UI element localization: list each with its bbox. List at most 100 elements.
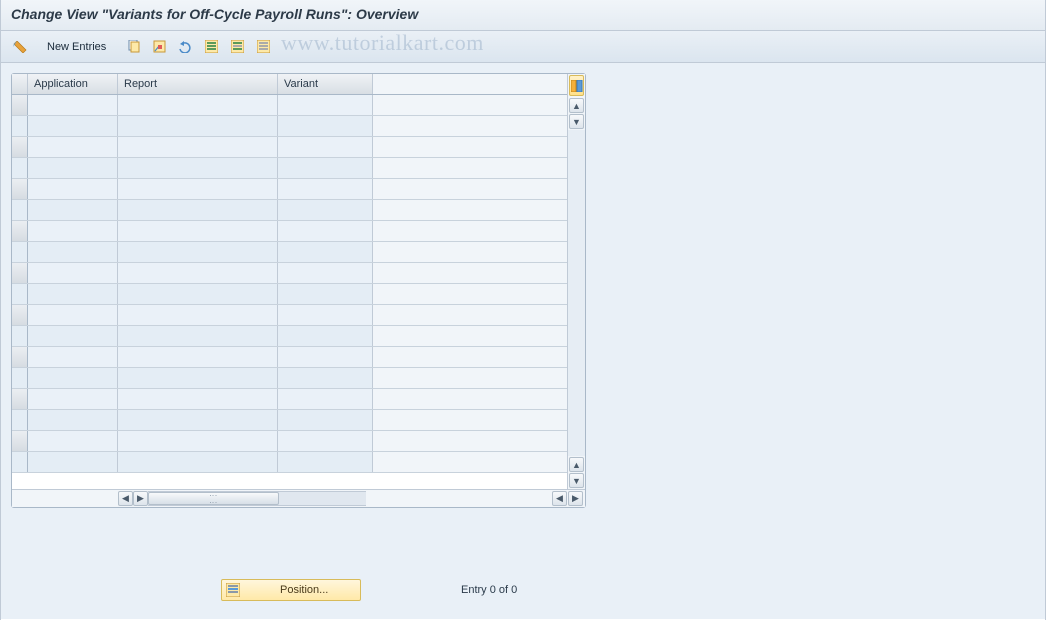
- row-selector[interactable]: [12, 95, 28, 115]
- table-row[interactable]: [12, 347, 567, 368]
- cell-application[interactable]: [28, 431, 118, 451]
- table-row[interactable]: [12, 137, 567, 158]
- cell-variant[interactable]: [278, 347, 373, 367]
- cell-report[interactable]: [118, 347, 278, 367]
- cell-variant[interactable]: [278, 179, 373, 199]
- scroll-up-end-button[interactable]: ▲: [569, 457, 584, 472]
- cell-variant[interactable]: [278, 95, 373, 115]
- row-selector[interactable]: [12, 305, 28, 325]
- table-row[interactable]: [12, 389, 567, 410]
- cell-application[interactable]: [28, 347, 118, 367]
- table-row[interactable]: [12, 158, 567, 179]
- hscroll-thumb[interactable]: [148, 492, 279, 505]
- cell-application[interactable]: [28, 410, 118, 430]
- cell-application[interactable]: [28, 452, 118, 472]
- cell-report[interactable]: [118, 326, 278, 346]
- cell-application[interactable]: [28, 389, 118, 409]
- cell-variant[interactable]: [278, 368, 373, 388]
- cell-report[interactable]: [118, 305, 278, 325]
- copy-button[interactable]: [122, 37, 144, 57]
- cell-variant[interactable]: [278, 305, 373, 325]
- cell-variant[interactable]: [278, 284, 373, 304]
- table-row[interactable]: [12, 263, 567, 284]
- vscroll-track[interactable]: [568, 130, 585, 456]
- cell-report[interactable]: [118, 116, 278, 136]
- hscroll-step-right-button[interactable]: ▶: [133, 491, 148, 506]
- cell-variant[interactable]: [278, 200, 373, 220]
- row-selector[interactable]: [12, 221, 28, 241]
- table-row[interactable]: [12, 305, 567, 326]
- table-row[interactable]: [12, 368, 567, 389]
- cell-variant[interactable]: [278, 389, 373, 409]
- table-row[interactable]: [12, 221, 567, 242]
- cell-variant[interactable]: [278, 263, 373, 283]
- row-selector[interactable]: [12, 263, 28, 283]
- cell-application[interactable]: [28, 305, 118, 325]
- select-block-button[interactable]: [226, 37, 248, 57]
- table-row[interactable]: [12, 116, 567, 137]
- cell-report[interactable]: [118, 389, 278, 409]
- undo-button[interactable]: [174, 37, 196, 57]
- row-selector[interactable]: [12, 284, 28, 304]
- cell-report[interactable]: [118, 158, 278, 178]
- cell-variant[interactable]: [278, 452, 373, 472]
- hscroll-left-button[interactable]: ◀: [118, 491, 133, 506]
- table-row[interactable]: [12, 326, 567, 347]
- scroll-up-button[interactable]: ▲: [569, 98, 584, 113]
- row-selector[interactable]: [12, 116, 28, 136]
- cell-report[interactable]: [118, 431, 278, 451]
- position-button[interactable]: Position...: [221, 579, 361, 601]
- cell-variant[interactable]: [278, 137, 373, 157]
- new-entries-button[interactable]: New Entries: [41, 39, 112, 55]
- col-header-variant[interactable]: Variant: [278, 74, 373, 94]
- cell-variant[interactable]: [278, 242, 373, 262]
- col-header-application[interactable]: Application: [28, 74, 118, 94]
- cell-application[interactable]: [28, 221, 118, 241]
- cell-report[interactable]: [118, 200, 278, 220]
- row-selector[interactable]: [12, 347, 28, 367]
- row-selector[interactable]: [12, 179, 28, 199]
- configure-columns-button[interactable]: [569, 75, 584, 96]
- cell-report[interactable]: [118, 221, 278, 241]
- cell-application[interactable]: [28, 284, 118, 304]
- cell-variant[interactable]: [278, 326, 373, 346]
- table-row[interactable]: [12, 242, 567, 263]
- scroll-down-button[interactable]: ▼: [569, 114, 584, 129]
- cell-application[interactable]: [28, 242, 118, 262]
- cell-report[interactable]: [118, 410, 278, 430]
- hscroll-step-left-end-button[interactable]: ◀: [552, 491, 567, 506]
- row-selector-header[interactable]: [12, 74, 28, 94]
- row-selector[interactable]: [12, 431, 28, 451]
- cell-variant[interactable]: [278, 431, 373, 451]
- table-row[interactable]: [12, 452, 567, 473]
- row-selector[interactable]: [12, 326, 28, 346]
- cell-variant[interactable]: [278, 158, 373, 178]
- hscroll-right-button[interactable]: ▶: [568, 491, 583, 506]
- cell-application[interactable]: [28, 158, 118, 178]
- display-change-button[interactable]: [9, 37, 31, 57]
- cell-application[interactable]: [28, 95, 118, 115]
- cell-variant[interactable]: [278, 221, 373, 241]
- cell-report[interactable]: [118, 95, 278, 115]
- select-all-button[interactable]: [200, 37, 222, 57]
- row-selector[interactable]: [12, 452, 28, 472]
- cell-application[interactable]: [28, 263, 118, 283]
- col-header-report[interactable]: Report: [118, 74, 278, 94]
- cell-application[interactable]: [28, 326, 118, 346]
- cell-report[interactable]: [118, 242, 278, 262]
- cell-application[interactable]: [28, 137, 118, 157]
- scroll-down-end-button[interactable]: ▼: [569, 473, 584, 488]
- cell-report[interactable]: [118, 284, 278, 304]
- row-selector[interactable]: [12, 389, 28, 409]
- delete-button[interactable]: [148, 37, 170, 57]
- row-selector[interactable]: [12, 137, 28, 157]
- table-row[interactable]: [12, 200, 567, 221]
- cell-application[interactable]: [28, 200, 118, 220]
- cell-application[interactable]: [28, 179, 118, 199]
- table-row[interactable]: [12, 431, 567, 452]
- cell-application[interactable]: [28, 368, 118, 388]
- cell-report[interactable]: [118, 263, 278, 283]
- row-selector[interactable]: [12, 368, 28, 388]
- deselect-all-button[interactable]: [252, 37, 274, 57]
- hscroll-track[interactable]: [148, 491, 366, 506]
